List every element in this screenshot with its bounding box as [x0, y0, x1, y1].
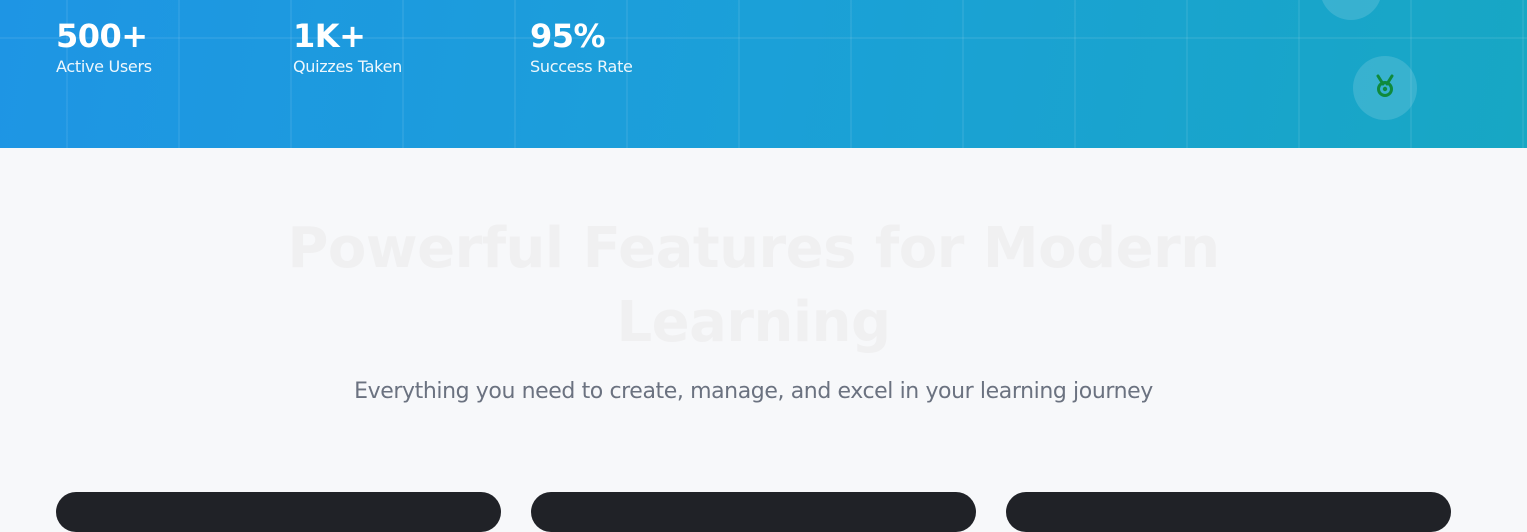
grid-line [1522, 0, 1524, 148]
grid-line [1298, 0, 1300, 148]
grid-line [290, 0, 292, 148]
hero-stats-banner: 500+ Active Users 1K+ Quizzes Taken 95% … [0, 0, 1527, 148]
grid-line [514, 0, 516, 148]
stat-success-rate: 95% Success Rate [530, 16, 633, 78]
features-title: Powerful Features for Modern Learning [287, 216, 1220, 355]
features-subtitle: Everything you need to create, manage, a… [354, 379, 1153, 404]
stat-value: 95% [530, 17, 606, 55]
grid-line [1074, 0, 1076, 148]
stat-label: Quizzes Taken [293, 57, 402, 76]
stat-label: Success Rate [530, 57, 633, 76]
medal-icon [1374, 74, 1396, 102]
stat-label: Active Users [56, 57, 152, 76]
grid-line [178, 0, 180, 148]
decorative-bubble [1320, 0, 1382, 20]
stat-value: 500+ [56, 17, 148, 55]
stat-value: 1K+ [293, 17, 366, 55]
grid-line [1186, 0, 1188, 148]
grid-line [962, 0, 964, 148]
grid-line [0, 37, 1527, 39]
grid-line [850, 0, 852, 148]
features-section: Powerful Features for Modern Learning Ev… [0, 148, 1527, 532]
feature-card[interactable] [1006, 492, 1451, 532]
grid-line [402, 0, 404, 148]
feature-card[interactable] [56, 492, 501, 532]
feature-card[interactable] [531, 492, 976, 532]
stat-active-users: 500+ Active Users [56, 16, 152, 78]
medal-badge-bubble [1353, 56, 1417, 120]
stat-quizzes-taken: 1K+ Quizzes Taken [293, 16, 402, 78]
grid-line [738, 0, 740, 148]
